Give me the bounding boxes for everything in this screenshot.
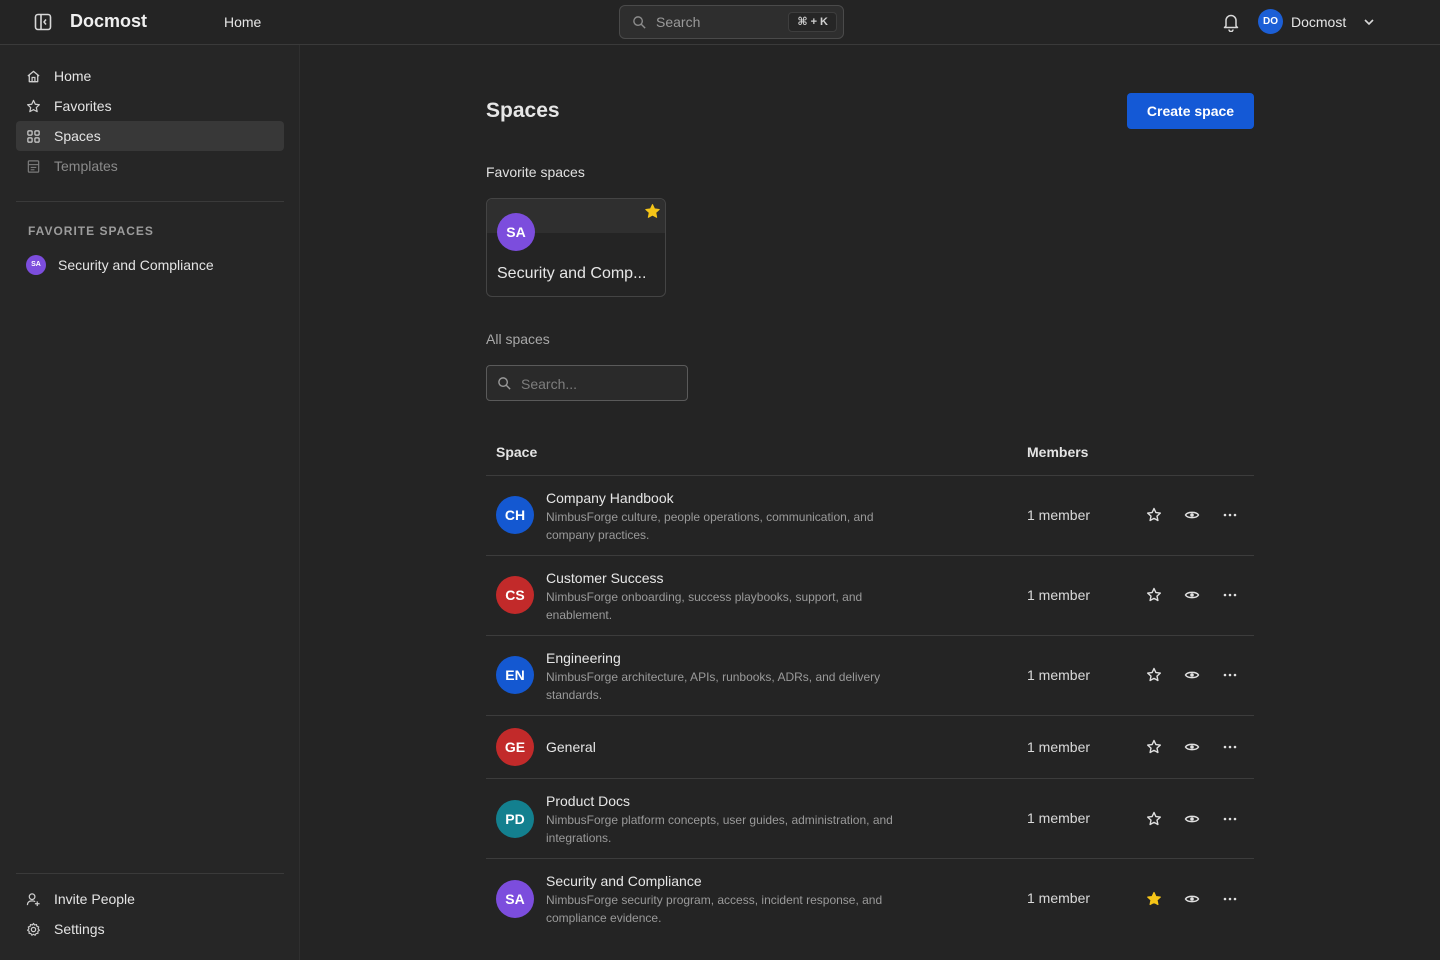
sidebar-item-label: Templates <box>54 158 118 174</box>
eye-icon[interactable] <box>1182 889 1202 909</box>
table-row[interactable]: CH Company Handbook NimbusForge culture,… <box>486 476 1254 555</box>
favorite-spaces-title: Favorite spaces <box>486 164 585 180</box>
sidebar: Home Favorites Spaces Templates FAVORITE… <box>0 45 300 960</box>
column-header-space: Space <box>496 444 538 460</box>
star-icon[interactable] <box>1144 585 1164 605</box>
more-options-icon[interactable] <box>1220 665 1240 685</box>
search-label: Search <box>656 14 701 30</box>
more-options-icon[interactable] <box>1220 737 1240 757</box>
top-header: Docmost Home Search ⌘ + K DO Docmost <box>0 0 1440 45</box>
page-title: Spaces <box>486 99 560 122</box>
table-row[interactable]: CS Customer Success NimbusForge onboardi… <box>486 556 1254 635</box>
sidebar-divider <box>16 873 284 874</box>
star-icon[interactable] <box>1144 737 1164 757</box>
grid-icon <box>26 129 41 144</box>
star-filled-icon[interactable] <box>1144 889 1164 909</box>
member-count: 1 member <box>1027 507 1091 523</box>
spaces-filter[interactable] <box>486 365 688 401</box>
favorite-space-card[interactable]: SA Security and Comp... <box>486 198 666 297</box>
template-icon <box>26 159 41 174</box>
member-count: 1 member <box>1027 667 1091 683</box>
chevron-down-icon <box>1362 15 1376 29</box>
search-icon <box>632 15 647 30</box>
more-options-icon[interactable] <box>1220 889 1240 909</box>
eye-icon[interactable] <box>1182 809 1202 829</box>
eye-icon[interactable] <box>1182 585 1202 605</box>
user-avatar: DO <box>1258 9 1283 34</box>
space-avatar: CS <box>496 576 534 614</box>
space-description: NimbusForge culture, people operations, … <box>546 510 874 542</box>
sidebar-item-label: Favorites <box>54 98 112 114</box>
table-row[interactable]: PD Product Docs NimbusForge platform con… <box>486 779 1254 858</box>
favorite-card-name: Security and Comp... <box>497 265 647 282</box>
space-avatar: CH <box>496 496 534 534</box>
member-count: 1 member <box>1027 810 1091 826</box>
sidebar-item-invite-people[interactable]: Invite People <box>16 884 284 914</box>
sidebar-item-home[interactable]: Home <box>16 61 284 91</box>
spaces-search-input[interactable] <box>521 374 681 394</box>
space-avatar: SA <box>496 880 534 918</box>
member-count: 1 member <box>1027 890 1091 906</box>
sidebar-item-settings[interactable]: Settings <box>16 914 284 944</box>
search-icon <box>497 376 512 391</box>
search-shortcut-badge: ⌘ + K <box>788 12 837 32</box>
more-options-icon[interactable] <box>1220 809 1240 829</box>
space-name[interactable]: Company Handbook <box>546 490 674 506</box>
space-avatar: SA <box>497 213 535 251</box>
brand-logo-text[interactable]: Docmost <box>70 11 147 32</box>
global-search-button[interactable]: Search ⌘ + K <box>619 5 844 39</box>
create-space-button[interactable]: Create space <box>1127 93 1254 129</box>
sidebar-item-label: Spaces <box>54 128 101 144</box>
sidebar-favorite-label: Security and Compliance <box>58 257 214 273</box>
favorite-spaces-heading: FAVORITE SPACES <box>28 224 154 238</box>
eye-icon[interactable] <box>1182 665 1202 685</box>
notifications-bell-icon[interactable] <box>1222 12 1240 32</box>
column-header-members: Members <box>1027 444 1089 460</box>
sidebar-item-templates[interactable]: Templates <box>16 151 284 181</box>
star-icon[interactable] <box>1144 665 1164 685</box>
space-name[interactable]: General <box>546 739 596 755</box>
star-icon <box>26 99 41 114</box>
sidebar-item-spaces[interactable]: Spaces <box>16 121 284 151</box>
table-row[interactable]: SA Security and Compliance NimbusForge s… <box>486 859 1254 938</box>
sidebar-favorite-space[interactable]: SA Security and Compliance <box>16 251 284 279</box>
header-nav-home[interactable]: Home <box>224 14 261 30</box>
space-avatar: EN <box>496 656 534 694</box>
sidebar-item-favorites[interactable]: Favorites <box>16 91 284 121</box>
table-row[interactable]: EN Engineering NimbusForge architecture,… <box>486 636 1254 715</box>
space-avatar: PD <box>496 800 534 838</box>
sidebar-divider <box>16 201 284 202</box>
all-spaces-title: All spaces <box>486 331 550 347</box>
home-icon <box>26 69 41 84</box>
member-count: 1 member <box>1027 587 1091 603</box>
eye-icon[interactable] <box>1182 737 1202 757</box>
sidebar-item-label: Invite People <box>54 891 135 907</box>
sidebar-item-label: Home <box>54 68 92 84</box>
sidebar-toggle-icon[interactable] <box>33 12 53 32</box>
user-plus-icon <box>26 892 41 907</box>
user-name: Docmost <box>1291 14 1347 30</box>
space-name[interactable]: Product Docs <box>546 793 630 809</box>
space-description: NimbusForge architecture, APIs, runbooks… <box>546 670 881 702</box>
member-count: 1 member <box>1027 739 1091 755</box>
space-name[interactable]: Customer Success <box>546 570 663 586</box>
space-description: NimbusForge onboarding, success playbook… <box>546 590 863 622</box>
space-description: NimbusForge platform concepts, user guid… <box>546 813 893 845</box>
star-icon[interactable] <box>1144 809 1164 829</box>
table-row[interactable]: GE General 1 member <box>486 716 1254 778</box>
more-options-icon[interactable] <box>1220 505 1240 525</box>
star-filled-icon[interactable] <box>644 203 661 220</box>
space-avatar: GE <box>496 728 534 766</box>
more-options-icon[interactable] <box>1220 585 1240 605</box>
sidebar-item-label: Settings <box>54 921 105 937</box>
space-avatar: SA <box>26 255 46 275</box>
space-name[interactable]: Engineering <box>546 650 621 666</box>
space-description: NimbusForge security program, access, in… <box>546 893 883 925</box>
eye-icon[interactable] <box>1182 505 1202 525</box>
space-name[interactable]: Security and Compliance <box>546 873 702 889</box>
star-icon[interactable] <box>1144 505 1164 525</box>
gear-icon <box>26 922 41 937</box>
